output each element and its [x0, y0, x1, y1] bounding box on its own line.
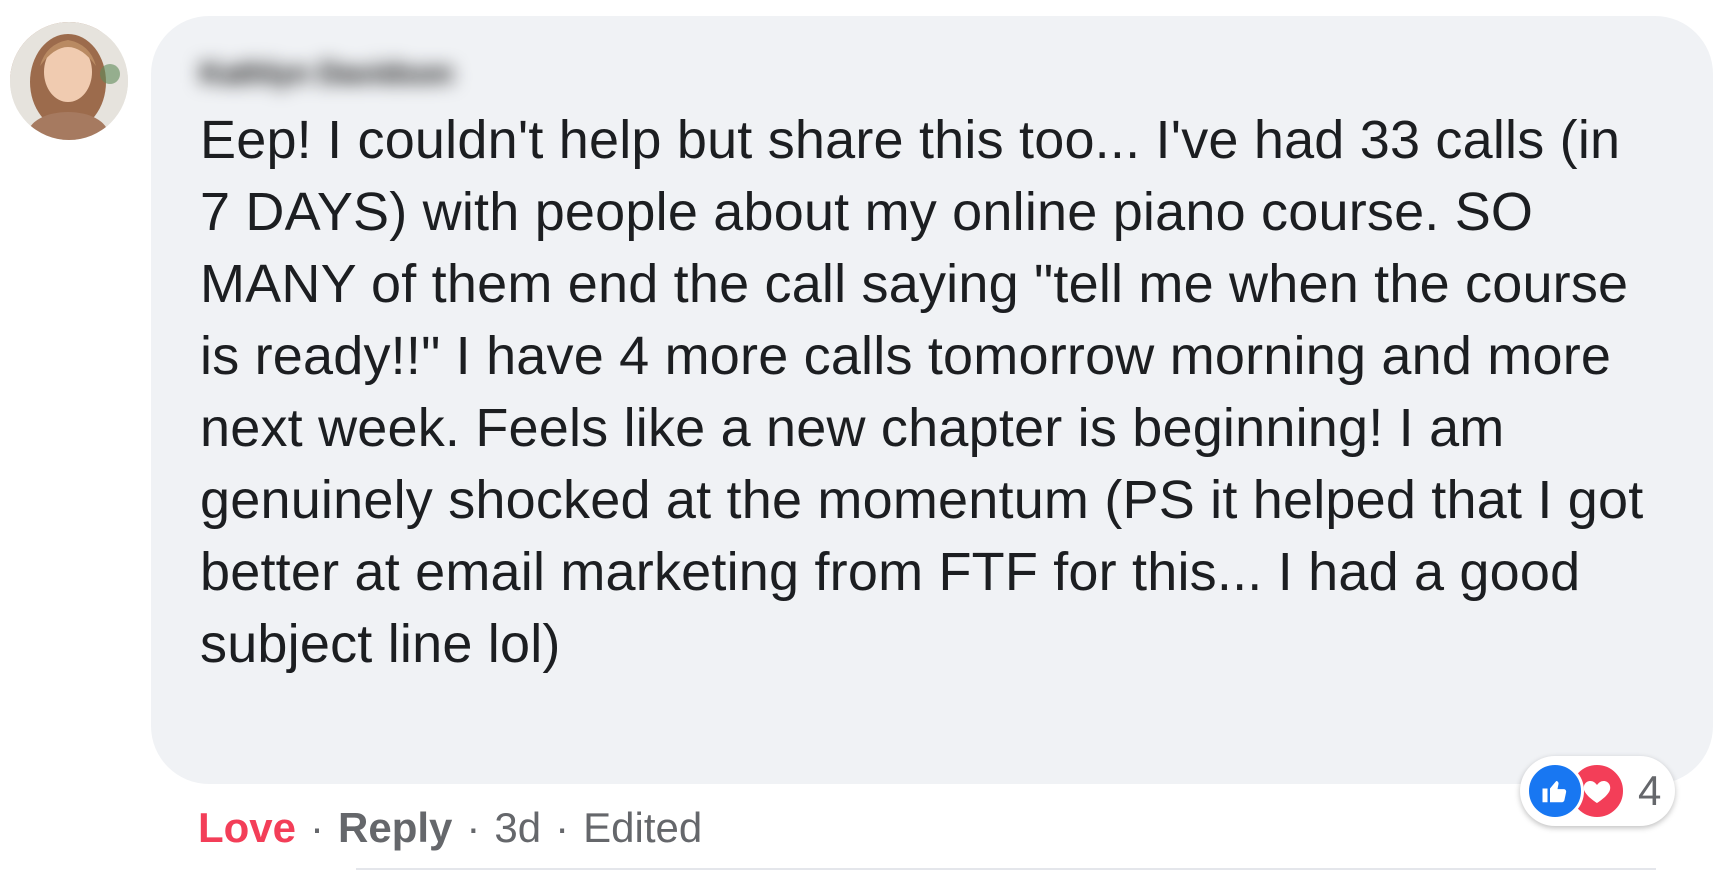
- avatar-image: [10, 22, 128, 140]
- comment-text: Eep! I couldn't help but share this too.…: [200, 110, 1644, 674]
- comment-container: Kathlyn Davidson Eep! I couldn't help bu…: [0, 0, 1728, 872]
- separator-dot: ·: [310, 804, 325, 851]
- author-row: Kathlyn Davidson: [200, 44, 620, 104]
- edited-label[interactable]: Edited: [583, 804, 702, 852]
- like-icon: [1526, 762, 1584, 820]
- separator-dot: ·: [555, 804, 570, 851]
- comment-bubble: Kathlyn Davidson Eep! I couldn't help bu…: [151, 16, 1713, 784]
- love-button[interactable]: Love: [198, 804, 296, 852]
- comment-actions: Love · Reply · 3d · Edited: [198, 798, 702, 858]
- author-name[interactable]: Kathlyn Davidson: [200, 57, 453, 91]
- timestamp-link[interactable]: 3d: [494, 804, 541, 852]
- reaction-summary[interactable]: 4: [1520, 756, 1676, 826]
- reply-button[interactable]: Reply: [338, 804, 452, 852]
- reaction-count: 4: [1638, 767, 1662, 814]
- avatar[interactable]: [10, 22, 128, 140]
- separator-dot: ·: [466, 804, 481, 851]
- divider: [356, 868, 1656, 870]
